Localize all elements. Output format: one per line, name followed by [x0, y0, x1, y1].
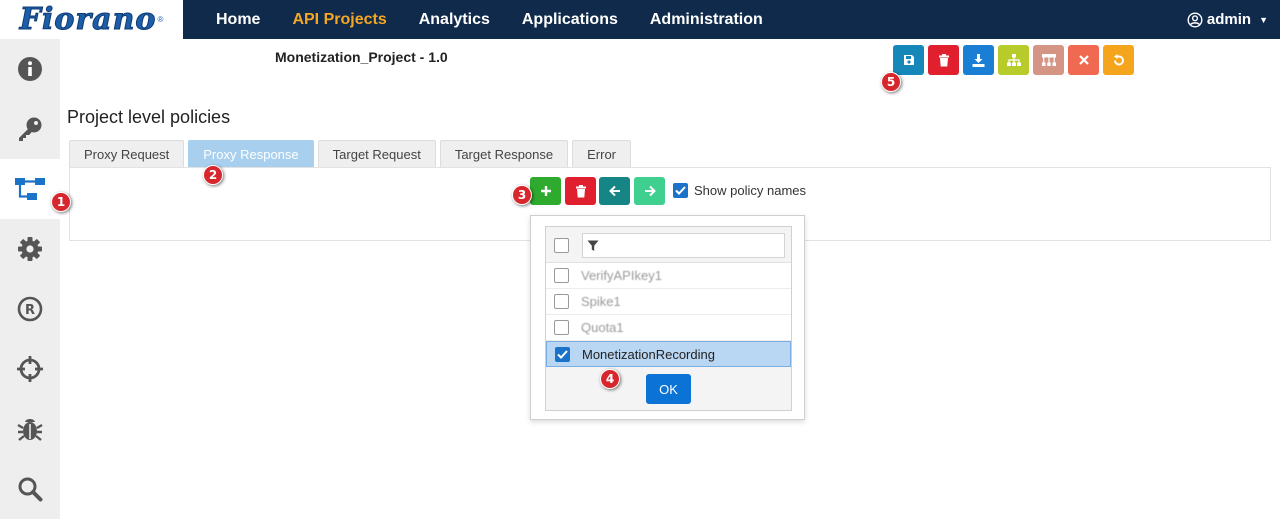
hierarchy-button[interactable] — [998, 45, 1029, 75]
check-icon — [675, 186, 686, 195]
delete-project-button[interactable] — [928, 45, 959, 75]
close-button[interactable] — [1068, 45, 1099, 75]
hierarchy-icon — [1006, 54, 1021, 66]
show-policy-names-checkbox[interactable] — [673, 183, 688, 198]
policy-picker-header — [546, 227, 791, 263]
undo-button[interactable] — [1103, 45, 1134, 75]
sidebar-item-flows[interactable] — [0, 159, 60, 219]
nav-administration[interactable]: Administration — [634, 11, 779, 29]
sidebar-item-search[interactable] — [0, 459, 60, 519]
top-navbar: Fiorano ® Home API Projects Analytics App… — [0, 0, 1280, 39]
user-name: admin — [1206, 11, 1252, 28]
sidebar-item-debug[interactable] — [0, 399, 60, 459]
policy-option-verifyapikey1[interactable]: VerifyAPIkey1 — [546, 263, 791, 289]
bug-icon — [17, 419, 43, 441]
search-icon — [18, 477, 43, 502]
callout-badge: 4 — [600, 369, 620, 389]
tab-error[interactable]: Error — [572, 140, 631, 168]
sidebar-item-registered[interactable]: R — [0, 279, 60, 339]
crosshair-icon — [17, 356, 43, 382]
flow-icon — [15, 178, 45, 200]
close-icon — [1078, 55, 1089, 65]
project-title: Monetization_Project - 1.0 — [275, 49, 448, 65]
sidebar-item-target[interactable] — [0, 339, 60, 399]
tab-proxy-request[interactable]: Proxy Request — [69, 140, 185, 168]
policy-picker-list: VerifyAPIkey1 Spike1 Quota1 Monetization… — [545, 226, 792, 411]
tree-button[interactable] — [1033, 45, 1064, 75]
nav-home[interactable]: Home — [200, 11, 276, 29]
ok-button[interactable]: OK — [646, 374, 691, 404]
save-button[interactable] — [893, 45, 924, 75]
tab-target-request[interactable]: Target Request — [317, 140, 436, 168]
tab-target-response[interactable]: Target Response — [439, 140, 569, 168]
policy-picker-dropdown: VerifyAPIkey1 Spike1 Quota1 Monetization… — [530, 215, 805, 420]
key-icon — [19, 117, 42, 141]
filter-icon — [587, 240, 599, 251]
sidebar-item-keys[interactable] — [0, 99, 60, 159]
policy-tabs: Proxy Request Proxy Response Target Requ… — [69, 140, 631, 168]
trash-icon — [938, 53, 949, 66]
filter-input[interactable] — [582, 233, 785, 258]
show-policy-names-label: Show policy names — [694, 183, 806, 198]
tab-proxy-response[interactable]: Proxy Response — [188, 140, 314, 168]
nav-analytics[interactable]: Analytics — [403, 11, 506, 29]
check-icon — [557, 349, 568, 359]
add-policy-button[interactable] — [530, 177, 561, 205]
policy-option-checkbox[interactable] — [554, 268, 569, 283]
delete-policy-button[interactable] — [565, 177, 596, 205]
policy-option-label: Quota1 — [581, 320, 624, 335]
policy-option-spike1[interactable]: Spike1 — [546, 289, 791, 315]
sidebar-item-info[interactable] — [0, 39, 60, 99]
sidebar-item-settings[interactable] — [0, 219, 60, 279]
tree-icon — [1041, 54, 1056, 66]
arrow-right-icon — [644, 185, 656, 197]
select-all-checkbox[interactable] — [554, 238, 569, 253]
policy-option-checkbox[interactable] — [554, 320, 569, 335]
policy-option-quota1[interactable]: Quota1 — [546, 315, 791, 341]
move-right-button[interactable] — [634, 177, 665, 205]
trash-icon — [575, 184, 586, 197]
plus-icon — [540, 186, 551, 196]
show-policy-names-toggle[interactable]: Show policy names — [673, 183, 806, 198]
callout-badge: 5 — [881, 72, 901, 92]
sidebar: R — [0, 39, 60, 519]
info-icon — [18, 57, 42, 81]
user-menu[interactable]: admin ▼ — [1187, 0, 1268, 39]
policy-option-label: Spike1 — [581, 294, 621, 309]
logo-mark: ® — [157, 15, 164, 24]
policy-option-checkbox[interactable] — [554, 294, 569, 309]
main-nav: Home API Projects Analytics Applications… — [200, 0, 779, 39]
move-left-button[interactable] — [599, 177, 630, 205]
nav-applications[interactable]: Applications — [506, 11, 634, 29]
policy-option-monetizationrecording[interactable]: MonetizationRecording — [546, 341, 791, 367]
arrow-left-icon — [608, 185, 620, 197]
save-icon — [903, 55, 914, 65]
policy-option-checkbox[interactable] — [555, 346, 570, 362]
fiorano-logo[interactable]: Fiorano ® — [0, 0, 183, 39]
policy-option-label: VerifyAPIkey1 — [581, 268, 662, 283]
callout-badge: 3 — [512, 185, 532, 205]
user-circle-icon — [1187, 11, 1203, 28]
section-title: Project level policies — [67, 107, 231, 127]
project-toolbar — [893, 45, 1134, 75]
nav-api-projects[interactable]: API Projects — [276, 11, 402, 29]
registered-icon: R — [17, 296, 43, 322]
logo-text: Fiorano — [19, 2, 157, 38]
callout-badge: 2 — [203, 165, 223, 185]
chevron-down-icon: ▼ — [1259, 14, 1268, 25]
callout-badge: 1 — [51, 192, 71, 212]
gear-icon — [18, 237, 42, 261]
download-icon — [972, 53, 985, 67]
svg-text:R: R — [25, 303, 35, 318]
policy-option-label: MonetizationRecording — [582, 346, 715, 362]
download-button[interactable] — [963, 45, 994, 75]
undo-icon — [1114, 53, 1124, 65]
